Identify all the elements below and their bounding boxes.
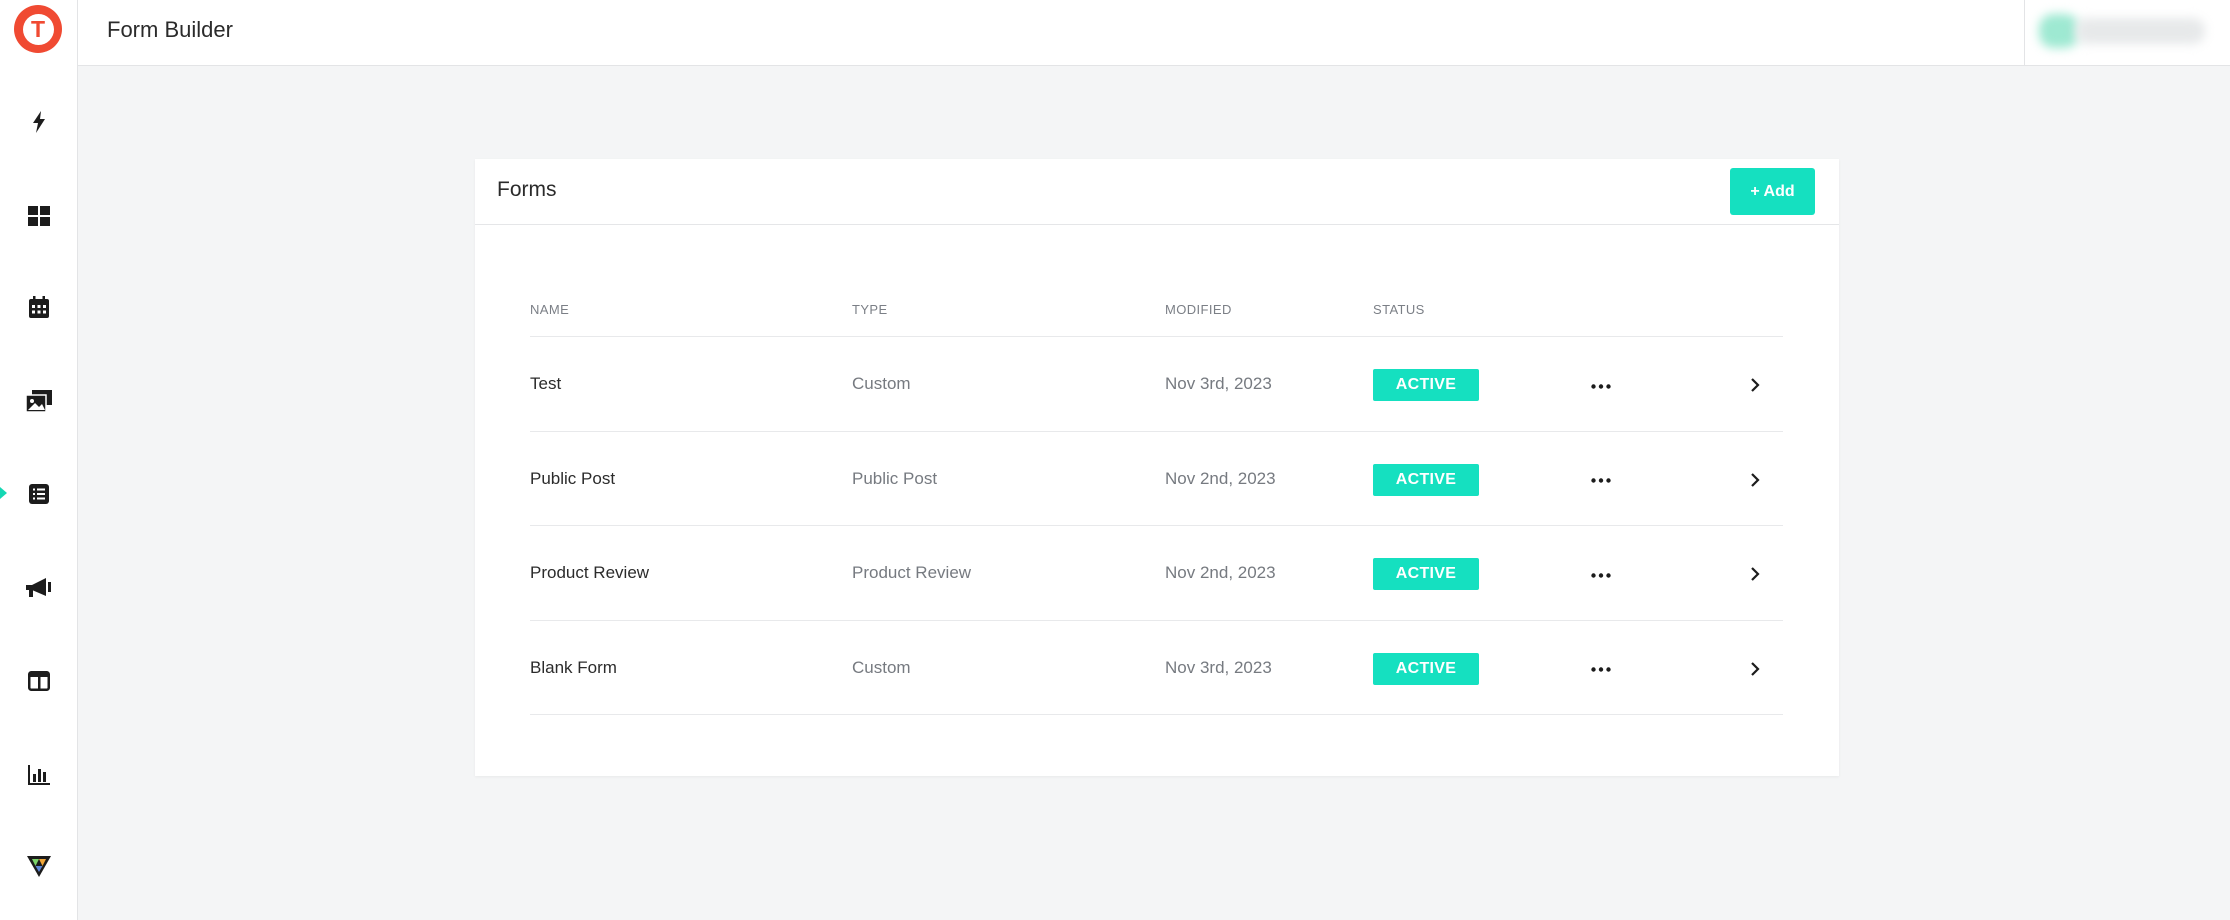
active-nav-indicator — [0, 487, 7, 499]
status-badge: ACTIVE — [1373, 652, 1479, 685]
form-modified-date: Nov 2nd, 2023 — [1165, 468, 1276, 488]
forms-card-header: Forms + Add — [475, 159, 1839, 225]
form-type: Product Review — [852, 563, 972, 582]
user-menu[interactable] — [2024, 0, 2230, 66]
sidebar-item-calendar[interactable] — [0, 279, 77, 335]
table-row[interactable]: Test Custom Nov 3rd, 2023 ACTIVE — [530, 337, 1783, 432]
form-name[interactable]: Public Post — [530, 469, 615, 489]
form-name[interactable]: Product Review — [530, 563, 649, 583]
megaphone-icon — [25, 578, 51, 597]
more-options-button[interactable] — [1586, 377, 1616, 395]
column-header-modified[interactable]: MODIFIED — [1165, 302, 1232, 317]
open-form-button[interactable] — [1744, 658, 1766, 680]
form-type: Public Post — [852, 468, 938, 488]
chevron-right-icon — [1751, 472, 1760, 487]
more-options-button[interactable] — [1586, 661, 1616, 679]
forms-card-title: Forms — [497, 178, 557, 201]
form-name[interactable]: Blank Form — [530, 658, 617, 678]
sidebar-item-layout[interactable] — [0, 653, 77, 709]
media-gallery-icon — [25, 390, 52, 412]
forms-card: Forms + Add NAME TYPE MODIFIED STATUS Te… — [475, 159, 1839, 776]
bar-chart-icon — [27, 765, 50, 785]
sidebar-item-media[interactable] — [0, 373, 77, 429]
sidebar-item-activity[interactable] — [0, 94, 77, 150]
column-header-type[interactable]: TYPE — [852, 302, 888, 317]
form-modified-date: Nov 3rd, 2023 — [1165, 374, 1272, 393]
open-form-button[interactable] — [1744, 469, 1766, 491]
sidebar-item-forms[interactable] — [0, 466, 77, 522]
ellipsis-icon — [1591, 572, 1611, 578]
open-form-button[interactable] — [1744, 374, 1766, 396]
app-logo-letter: T — [22, 13, 54, 45]
app-logo[interactable]: T — [14, 5, 62, 53]
column-header-name[interactable]: NAME — [530, 302, 569, 317]
add-form-button[interactable]: + Add — [1730, 168, 1815, 215]
status-badge: ACTIVE — [1373, 463, 1479, 496]
form-modified-date: Nov 3rd, 2023 — [1165, 657, 1272, 677]
avatar[interactable] — [2039, 14, 2079, 48]
more-options-button[interactable] — [1586, 566, 1616, 584]
table-row[interactable]: Blank Form Custom Nov 3rd, 2023 ACTIVE — [530, 621, 1783, 715]
form-type: Custom — [852, 657, 911, 677]
open-form-button[interactable] — [1744, 563, 1766, 585]
table-row[interactable]: Public Post Public Post Nov 2nd, 2023 AC… — [530, 432, 1783, 526]
status-badge: ACTIVE — [1373, 558, 1479, 590]
sidebar-item-brand[interactable] — [0, 838, 77, 894]
more-options-button[interactable] — [1586, 472, 1616, 490]
ellipsis-icon — [1591, 478, 1611, 483]
sidebar-item-dashboard[interactable] — [0, 188, 77, 244]
form-list-icon — [28, 484, 49, 504]
layout-columns-icon — [27, 671, 50, 691]
form-type: Custom — [852, 374, 911, 393]
top-bar: Form Builder — [78, 0, 2230, 66]
user-name — [2075, 18, 2205, 44]
page-title: Form Builder — [107, 17, 233, 42]
form-name[interactable]: Test — [530, 374, 561, 394]
column-header-status[interactable]: STATUS — [1373, 302, 1425, 317]
triangle-logo-icon — [26, 856, 51, 877]
forms-table: NAME TYPE MODIFIED STATUS Test Custom No… — [530, 279, 1783, 715]
bolt-icon — [32, 111, 45, 133]
chevron-right-icon — [1751, 661, 1760, 676]
sidebar-item-analytics[interactable] — [0, 747, 77, 803]
table-header: NAME TYPE MODIFIED STATUS — [530, 279, 1783, 337]
chevron-right-icon — [1751, 567, 1760, 581]
ellipsis-icon — [1591, 383, 1611, 389]
sidebar: T — [0, 0, 78, 920]
dashboard-grid-icon — [27, 206, 50, 226]
table-row[interactable]: Product Review Product Review Nov 2nd, 2… — [530, 526, 1783, 621]
chevron-right-icon — [1751, 378, 1760, 392]
sidebar-item-campaigns[interactable] — [0, 560, 77, 616]
calendar-icon — [28, 296, 49, 318]
form-modified-date: Nov 2nd, 2023 — [1165, 563, 1276, 582]
ellipsis-icon — [1591, 667, 1611, 672]
status-badge: ACTIVE — [1373, 369, 1479, 401]
